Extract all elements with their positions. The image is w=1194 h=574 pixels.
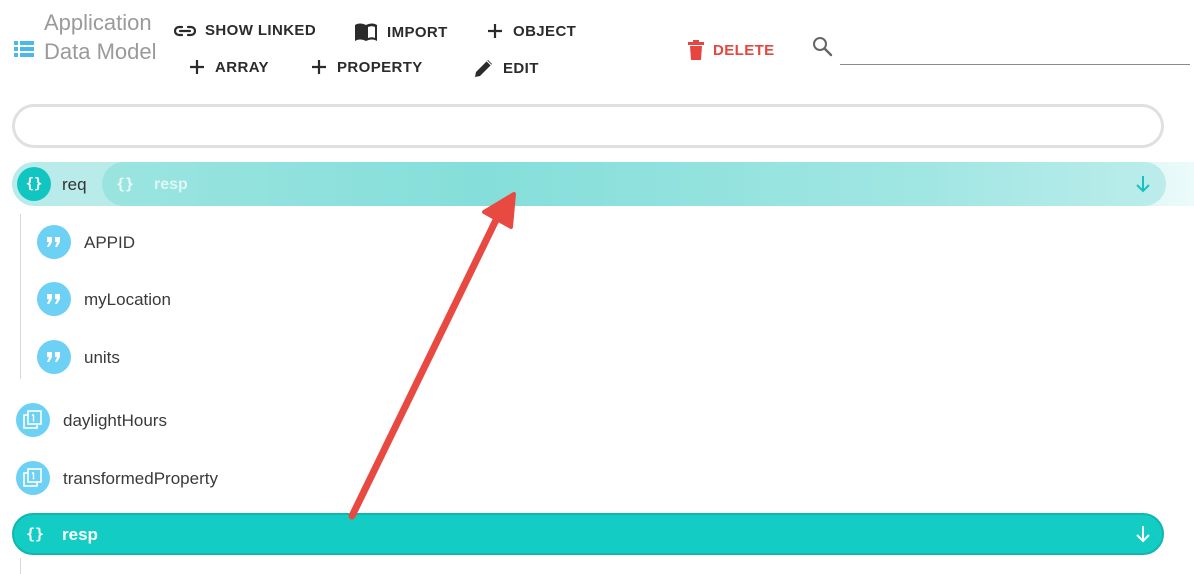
string-icon (37, 340, 71, 374)
search-icon (813, 37, 833, 57)
plus-icon (488, 24, 502, 38)
arrow-down-icon[interactable] (1134, 524, 1152, 544)
trash-icon (688, 40, 704, 60)
arrow-down-icon[interactable] (1134, 174, 1152, 194)
tree-node-label[interactable]: transformedProperty (63, 469, 218, 489)
drag-ghost-resp (102, 162, 1194, 206)
plus-icon (312, 60, 326, 74)
add-property-button[interactable]: PROPERTY (310, 58, 423, 76)
delete-label: DELETE (713, 41, 775, 59)
show-linked-label: SHOW LINKED (205, 22, 317, 39)
tree-node-label[interactable]: APPID (84, 233, 135, 253)
search-input[interactable] (840, 36, 1190, 65)
plus-icon (190, 60, 204, 74)
delete-button[interactable]: DELETE (688, 40, 775, 60)
edit-button[interactable]: EDIT (474, 58, 539, 78)
data-model-icon (14, 41, 34, 57)
add-object-button[interactable]: OBJECT (486, 22, 576, 40)
tree-node-label[interactable]: myLocation (84, 290, 171, 310)
tree-node-resp[interactable] (12, 513, 1164, 555)
tree-indent-line (20, 214, 21, 379)
array-icon (16, 461, 50, 495)
string-icon (37, 282, 71, 316)
object-icon: {} (17, 167, 51, 201)
add-object-label: OBJECT (513, 22, 577, 40)
tree-node-label: req (62, 175, 87, 194)
tree-node-label: resp (62, 525, 98, 544)
filter-input[interactable] (12, 104, 1164, 148)
add-property-label: PROPERTY (337, 58, 423, 76)
tree-indent-line (20, 558, 21, 574)
object-icon: {} (116, 175, 135, 193)
page-title: Application Data Model (44, 10, 157, 64)
string-icon (37, 225, 71, 259)
show-linked-button[interactable]: SHOW LINKED (174, 22, 316, 39)
book-icon (355, 23, 377, 41)
tree-node-label[interactable]: daylightHours (63, 411, 167, 431)
object-icon: {} (26, 525, 45, 543)
pencil-icon (475, 60, 492, 77)
import-label: IMPORT (387, 23, 448, 41)
tree-node-label[interactable]: units (84, 348, 120, 368)
link-icon (174, 25, 196, 36)
edit-label: EDIT (503, 59, 539, 77)
add-array-label: ARRAY (215, 58, 269, 76)
array-icon (16, 403, 50, 437)
drag-ghost-label: resp (154, 176, 188, 193)
import-button[interactable]: IMPORT (354, 22, 448, 42)
add-array-button[interactable]: ARRAY (188, 58, 269, 76)
